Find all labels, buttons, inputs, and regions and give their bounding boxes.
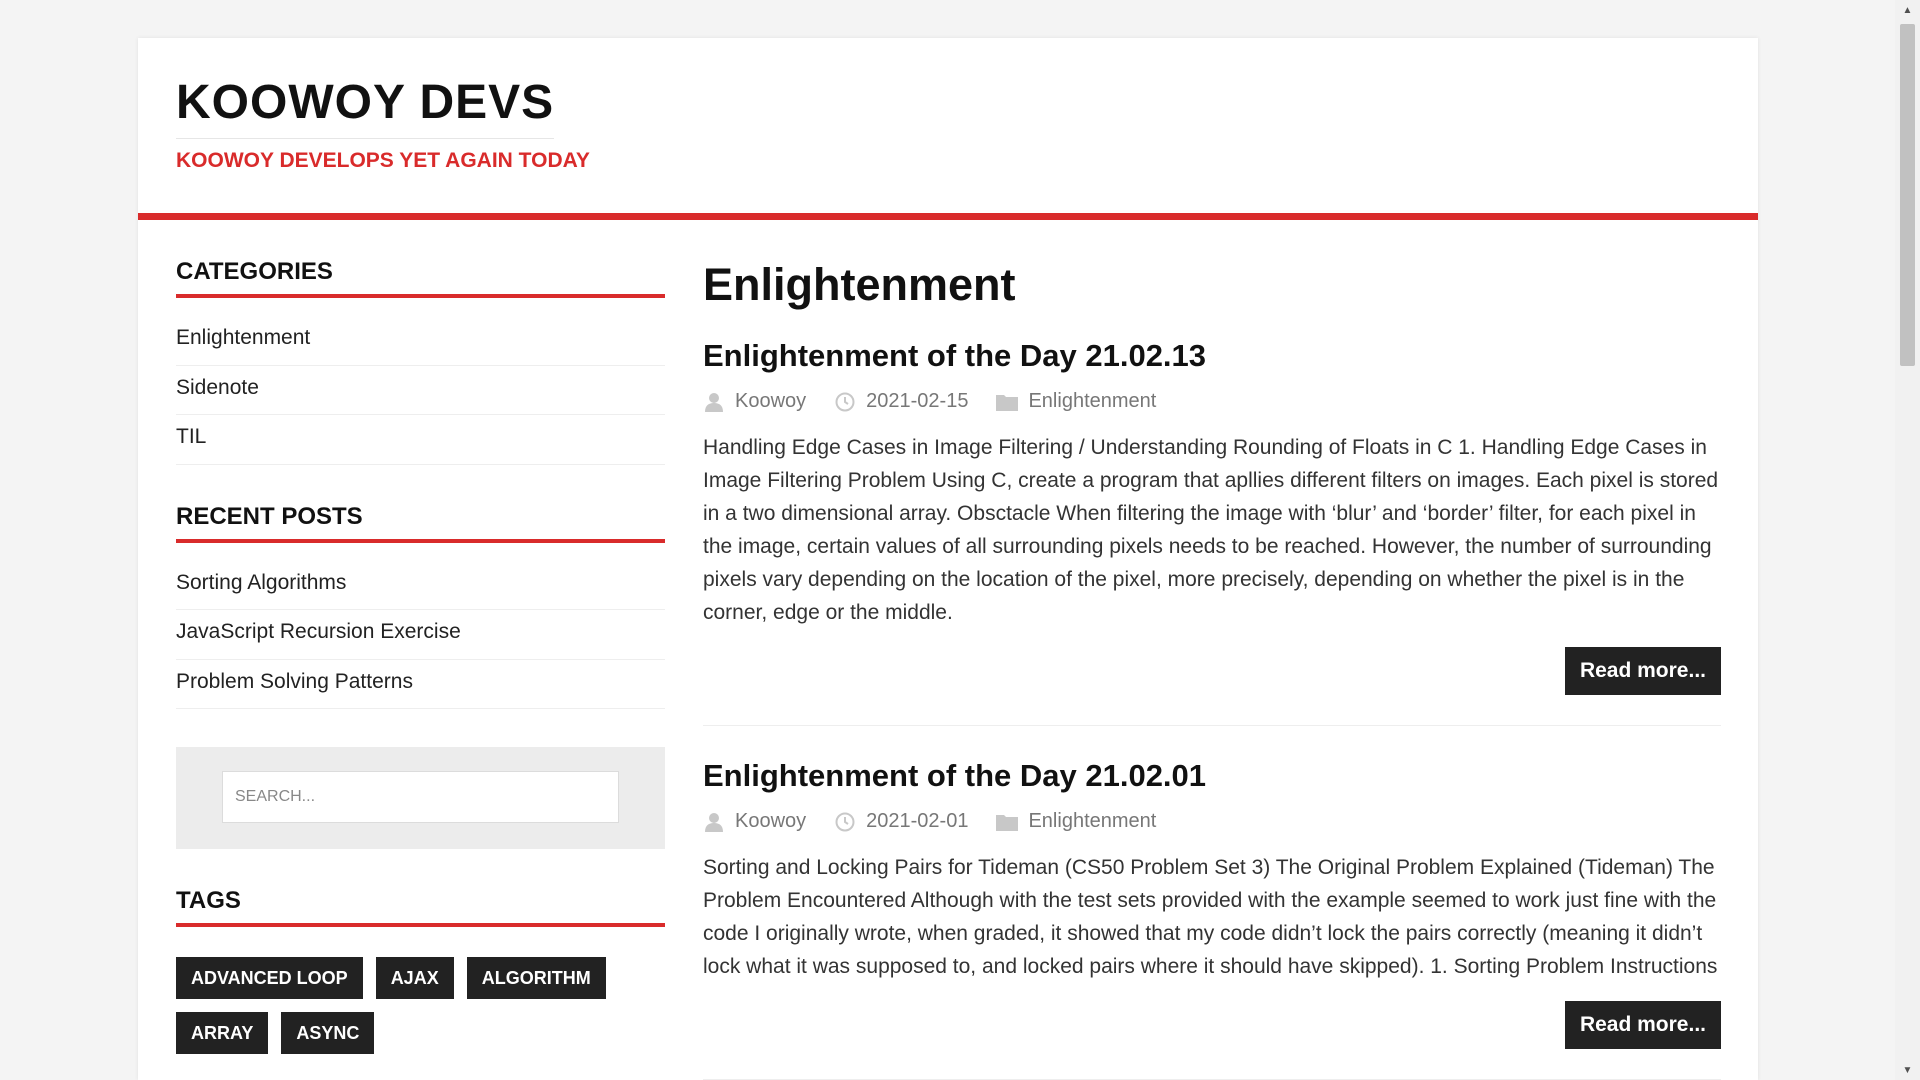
recent-post-link[interactable]: JavaScript Recursion Exercise [176,610,665,660]
site-title[interactable]: KOOWOY DEVS [176,74,555,139]
user-icon [703,391,725,413]
post-author[interactable]: Koowoy [703,810,806,833]
folder-icon [996,391,1019,413]
tags-widget: TAGS ADVANCED LOOP AJAX ALGORITHM ARRAY … [176,887,665,1054]
main-content: Enlightenment Enlightenment of the Day 2… [703,258,1721,1080]
post-title[interactable]: Enlightenment of the Day 21.02.01 [703,756,1721,796]
search-input[interactable] [222,771,619,823]
post-date-text: 2021-02-01 [866,810,969,832]
post-meta: Koowoy 2021-02-01 Enlightenment [703,810,1721,833]
tag-array[interactable]: ARRAY [176,1012,269,1054]
post-entry: Enlightenment of the Day 21.02.01 Koowoy… [703,756,1721,1080]
archive-title: Enlightenment [703,259,1016,310]
page-container: KOOWOY DEVS KOOWOY DEVELOPS YET AGAIN TO… [138,38,1758,1080]
post-author-name: Koowoy [735,810,807,832]
sidebar: CATEGORIES Enlightenment Sidenote TIL RE… [176,258,665,1080]
recent-posts-title: RECENT POSTS [176,503,665,543]
tag-cloud: ADVANCED LOOP AJAX ALGORITHM ARRAY ASYNC [176,957,665,1054]
post-author[interactable]: Koowoy [703,390,806,413]
post-date: 2021-02-15 [834,390,968,413]
post-meta: Koowoy 2021-02-15 Enlightenment [703,390,1721,413]
post-excerpt: Sorting and Locking Pairs for Tideman (C… [703,856,1718,978]
read-more-container: Read more... [703,1001,1721,1049]
post-category-name: Enlightenment [1028,390,1157,412]
tag-ajax[interactable]: AJAX [375,957,454,999]
site-header: KOOWOY DEVS KOOWOY DEVELOPS YET AGAIN TO… [138,38,1758,220]
categories-title: CATEGORIES [176,258,665,298]
post-title[interactable]: Enlightenment of the Day 21.02.13 [703,336,1721,376]
site-description: KOOWOY DEVELOPS YET AGAIN TODAY [176,149,590,172]
post-excerpt: Handling Edge Cases in Image Filtering /… [703,436,1719,624]
read-more-button[interactable]: Read more... [1564,647,1721,695]
post-category[interactable]: Enlightenment [996,810,1156,833]
categories-widget: CATEGORIES Enlightenment Sidenote TIL [176,258,665,465]
categories-list: Enlightenment Sidenote TIL [176,316,665,465]
user-icon [703,811,725,833]
tag-algorithm[interactable]: ALGORITHM [466,957,606,999]
post-category-name: Enlightenment [1028,810,1157,832]
category-link-enlightenment[interactable]: Enlightenment [176,316,665,366]
tags-title: TAGS [176,887,665,927]
post-date-text: 2021-02-15 [866,390,969,412]
post-author-name: Koowoy [735,390,807,412]
read-more-button[interactable]: Read more... [1564,1001,1721,1049]
scroll-down-arrow-icon[interactable]: ▼ [1895,1060,1920,1080]
clock-icon [834,391,856,413]
clock-icon [834,811,856,833]
recent-post-link[interactable]: Problem Solving Patterns [176,660,665,709]
category-link-sidenote[interactable]: Sidenote [176,366,665,415]
folder-icon [996,811,1019,833]
tag-async[interactable]: ASYNC [281,1012,375,1054]
recent-posts-list: Sorting Algorithms JavaScript Recursion … [176,561,665,709]
recent-post-link[interactable]: Sorting Algorithms [176,561,665,610]
search-widget [176,747,665,849]
scroll-up-arrow-icon[interactable]: ▲ [1895,0,1920,20]
post-category[interactable]: Enlightenment [996,390,1156,413]
vertical-scrollbar[interactable]: ▲ ▼ [1895,0,1920,1080]
tag-advanced-loop[interactable]: ADVANCED LOOP [176,957,363,999]
recent-posts-widget: RECENT POSTS Sorting Algorithms JavaScri… [176,503,665,709]
scroll-thumb[interactable] [1900,24,1915,366]
post-entry: Enlightenment of the Day 21.02.13 Koowoy… [703,336,1721,726]
category-link-til[interactable]: TIL [176,415,665,465]
post-date: 2021-02-01 [834,810,968,833]
read-more-container: Read more... [703,647,1721,695]
